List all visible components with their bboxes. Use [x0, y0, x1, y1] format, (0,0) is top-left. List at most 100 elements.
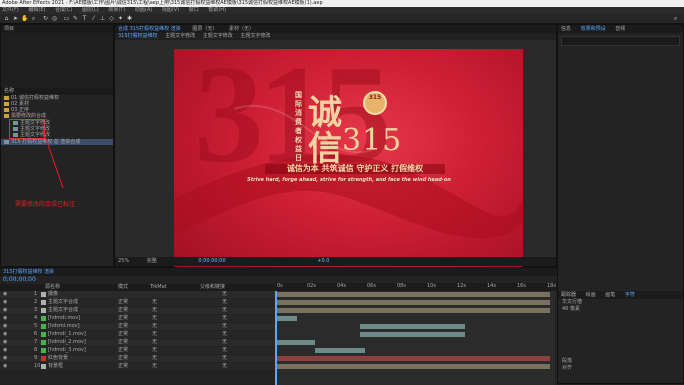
- breadcrumb-item[interactable]: 主题文字修改: [165, 33, 195, 39]
- menu-layer[interactable]: 图层(L): [80, 7, 99, 13]
- eraser-tool-icon[interactable]: ◇: [108, 16, 115, 22]
- timeline-layer-row[interactable]: ◉ 6 [hdmdi_1.mov] 正常 无 无: [0, 331, 275, 338]
- zoom-tool-icon[interactable]: ⌕: [30, 16, 37, 22]
- project-tab[interactable]: 项目: [1, 25, 113, 33]
- roto-tool-icon[interactable]: ✦: [117, 16, 124, 22]
- pen-tool-icon[interactable]: ✎: [72, 16, 79, 22]
- tab-info[interactable]: 信息: [561, 26, 571, 32]
- puppet-tool-icon[interactable]: ✱: [126, 16, 133, 22]
- layer-duration-bar[interactable]: [275, 364, 550, 369]
- menu-effect[interactable]: 效果(T): [106, 7, 125, 13]
- composition-canvas[interactable]: 315 国际消费者权益日 诚 315 信 315 诚信为本 共筑诚信 守护正义 …: [174, 49, 523, 275]
- layer-parent[interactable]: 无: [222, 315, 227, 322]
- layer-duration-bar[interactable]: [360, 332, 465, 337]
- eye-icon[interactable]: ◉: [3, 339, 7, 346]
- selection-tool-icon[interactable]: ➤: [12, 16, 19, 22]
- tab-tracker[interactable]: 跟踪器: [561, 292, 576, 298]
- timeline-layer-row[interactable]: ◉ 8 [hdmdi_3.mov] 正常 无 无: [0, 347, 275, 354]
- layer-parent[interactable]: 无: [222, 323, 227, 330]
- eye-icon[interactable]: ◉: [3, 315, 7, 322]
- layer-parent[interactable]: 无: [222, 355, 227, 362]
- eye-icon[interactable]: ◉: [3, 355, 7, 362]
- tab-layer[interactable]: 图层（无）: [192, 26, 217, 32]
- search-icon[interactable]: ⌕: [672, 16, 679, 22]
- menu-file[interactable]: 文件(F): [0, 7, 19, 13]
- layer-mode[interactable]: 正常: [118, 339, 128, 346]
- rectangle-tool-icon[interactable]: ▭: [63, 16, 70, 22]
- viewer-timecode[interactable]: 0;00;00;00: [198, 258, 225, 264]
- tab-effects-presets[interactable]: 效果和预设: [581, 26, 606, 32]
- layer-mode[interactable]: 正常: [118, 347, 128, 354]
- hand-tool-icon[interactable]: ✋: [21, 16, 28, 22]
- breadcrumb-item[interactable]: 主题文字修改: [240, 33, 270, 39]
- layer-duration-bar[interactable]: [277, 340, 315, 345]
- tab-character[interactable]: 字符: [625, 292, 635, 298]
- timeline-layer-row[interactable]: ◉ 9 红色背景 正常 无 无: [0, 355, 275, 362]
- layer-parent[interactable]: 无: [222, 339, 227, 346]
- layer-duration-bar[interactable]: [275, 292, 550, 297]
- tab-audio[interactable]: 音频: [615, 26, 625, 32]
- resolution-dropdown[interactable]: 完整: [147, 258, 157, 264]
- timeline-layer-row[interactable]: ◉ 2 主题文字合成 正常 无 无: [0, 299, 275, 306]
- tab-brush[interactable]: 画笔: [605, 292, 615, 298]
- eye-icon[interactable]: ◉: [3, 347, 7, 354]
- menu-animation[interactable]: 动画(A): [133, 7, 152, 13]
- project-item[interactable]: 主题文字修改: [10, 132, 50, 138]
- panel-paragraph[interactable]: 段落: [558, 358, 683, 365]
- font-size-field[interactable]: 46 像素: [558, 306, 683, 313]
- font-family-dropdown[interactable]: 华文行楷: [558, 299, 683, 306]
- brush-tool-icon[interactable]: ⁄: [90, 16, 97, 22]
- layer-duration-bar[interactable]: [360, 324, 465, 329]
- project-item[interactable]: 需要修改的合成: [1, 113, 113, 119]
- zoom-dropdown[interactable]: 25%: [118, 258, 129, 264]
- breadcrumb-item[interactable]: 主题文字修改: [203, 33, 233, 39]
- layer-parent[interactable]: 无: [222, 299, 227, 306]
- layer-parent[interactable]: 无: [222, 331, 227, 338]
- layer-mode[interactable]: 正常: [118, 299, 128, 306]
- text-tool-icon[interactable]: T: [81, 16, 88, 22]
- layer-parent[interactable]: 无: [222, 307, 227, 314]
- rotate-tool-icon[interactable]: ↻: [42, 16, 49, 22]
- layer-parent[interactable]: 无: [222, 291, 227, 298]
- layer-parent[interactable]: 无: [222, 347, 227, 354]
- layer-mode[interactable]: 正常: [118, 323, 128, 330]
- timeline-layer-row[interactable]: ◉ 4 [hdmdi.mov] 正常 无 无: [0, 315, 275, 322]
- eye-icon[interactable]: ◉: [3, 363, 7, 370]
- effects-search-input[interactable]: [561, 36, 680, 46]
- time-ruler[interactable]: 0s 02s 04s 06s 08s 10s 12s 14s 16s 18s: [275, 283, 556, 290]
- timeline-layer-row[interactable]: ◉ 5 [hdsmi.mov] 正常 无 无: [0, 323, 275, 330]
- eye-icon[interactable]: ◉: [3, 323, 7, 330]
- layer-duration-bar[interactable]: [275, 300, 550, 305]
- layer-mode[interactable]: 正常: [118, 331, 128, 338]
- exposure-value[interactable]: +0.0: [317, 258, 329, 264]
- timeline-layer-row[interactable]: ◉ 3 主题文字合成 正常 无 无: [0, 307, 275, 314]
- panel-align[interactable]: 对齐: [558, 365, 683, 372]
- layer-mode[interactable]: 正常: [118, 307, 128, 314]
- eye-icon[interactable]: ◉: [3, 307, 7, 314]
- timeline-layer-row[interactable]: ◉ 10 背景框 正常 无 无: [0, 363, 275, 370]
- timeline-tab[interactable]: 315打假权益维权 渲染: [0, 268, 557, 276]
- eye-icon[interactable]: ◉: [3, 331, 7, 338]
- playhead[interactable]: [275, 291, 277, 385]
- eye-icon[interactable]: ◉: [3, 291, 7, 298]
- layer-duration-bar[interactable]: [275, 356, 550, 361]
- layer-duration-bar[interactable]: [275, 308, 550, 313]
- menu-composition[interactable]: 合成(C): [53, 7, 72, 13]
- layer-duration-bar[interactable]: [315, 348, 365, 353]
- stamp-tool-icon[interactable]: ⊥: [99, 16, 106, 22]
- layer-mode[interactable]: 正常: [118, 315, 128, 322]
- timeline-layer-row[interactable]: ◉ 7 [hdmdi_2.mov] 正常 无 无: [0, 339, 275, 346]
- tab-paint[interactable]: 绘画: [586, 292, 596, 298]
- menu-help[interactable]: 帮助(H): [206, 7, 226, 13]
- menu-window[interactable]: 窗口: [187, 7, 199, 13]
- eye-icon[interactable]: ◉: [3, 299, 7, 306]
- menu-view[interactable]: 视图(V): [160, 7, 179, 13]
- layer-duration-bar[interactable]: [277, 316, 297, 321]
- layer-mode[interactable]: 正常: [118, 355, 128, 362]
- tab-composition[interactable]: 合成 315打假权益维权 渲染: [118, 26, 181, 32]
- menu-edit[interactable]: 编辑(E): [26, 7, 45, 13]
- home-icon[interactable]: ⌂: [3, 16, 10, 22]
- layer-mode[interactable]: 正常: [118, 363, 128, 370]
- breadcrumb-item[interactable]: 315打假权益维权: [118, 33, 158, 39]
- layer-parent[interactable]: 无: [222, 363, 227, 370]
